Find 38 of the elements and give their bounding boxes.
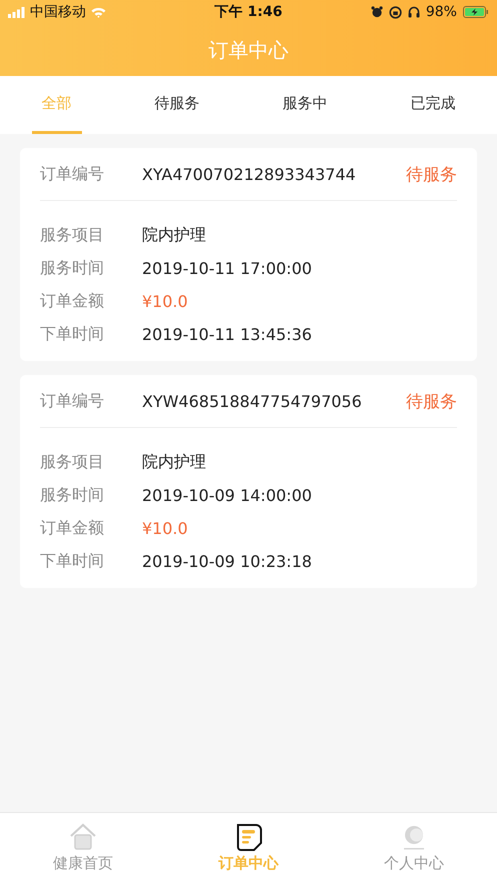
lock-rotation-icon bbox=[388, 6, 402, 18]
order-status: 待服务 bbox=[406, 390, 457, 412]
tab[interactable]: 待服务 bbox=[144, 76, 210, 134]
signal-icon bbox=[8, 6, 25, 18]
price-value: ¥10.0 bbox=[142, 292, 188, 311]
field-label: 订单金额 bbox=[40, 518, 105, 539]
tab[interactable]: 已完成 bbox=[400, 76, 466, 134]
field-value: 院内护理 bbox=[142, 225, 206, 246]
page-title: 订单中心 bbox=[208, 37, 290, 64]
tab[interactable]: 服务中 bbox=[272, 76, 338, 134]
price-value: ¥10.0 bbox=[142, 519, 188, 538]
field-value: 院内护理 bbox=[142, 452, 206, 473]
field-label: 下单时间 bbox=[40, 324, 105, 345]
field-value: 2019-10-11 13:45:36 bbox=[142, 325, 312, 344]
field-label: 下单时间 bbox=[40, 551, 105, 572]
house-icon bbox=[68, 823, 98, 851]
field-label: 服务时间 bbox=[40, 485, 105, 506]
field-label: 订单编号 bbox=[40, 390, 105, 412]
field-value: 2019-10-09 10:23:18 bbox=[142, 552, 312, 571]
field-value: 2019-10-09 14:00:00 bbox=[142, 486, 312, 505]
order-status: 待服务 bbox=[406, 164, 457, 186]
order-card[interactable]: 订单编号 XYA470070212893343744 待服务 服务项目 院内护理 服务时间 2019-10-11 17:00:00 订单金额 ¥10.0 下单时间 2019-10-11 13:45:36 bbox=[20, 148, 477, 361]
carrier-name: 中国移动 bbox=[30, 3, 86, 21]
wifi-icon bbox=[91, 6, 106, 18]
order-number: XYA470070212893343744 bbox=[142, 164, 357, 184]
alarm-icon bbox=[370, 6, 383, 18]
field-label: 服务时间 bbox=[40, 258, 105, 279]
field-label: 订单编号 bbox=[40, 164, 105, 184]
field-label: 服务项目 bbox=[40, 452, 105, 473]
field-label: 服务项目 bbox=[40, 225, 105, 246]
field-value: 2019-10-11 17:00:00 bbox=[142, 259, 312, 278]
order-number: XYW468518847754797056 bbox=[142, 392, 363, 410]
clock-time: 下午 1:46 bbox=[214, 3, 282, 21]
battery-icon bbox=[462, 6, 489, 18]
headphones-icon bbox=[408, 6, 420, 18]
battery-percent: 98% bbox=[426, 4, 457, 20]
field-label: 订单金额 bbox=[40, 291, 105, 312]
order-card[interactable]: 订单编号 XYW468518847754797056 待服务 服务项目 院内护理 服务时间 2019-10-09 14:00:00 订单金额 ¥10.0 下单时间 2019-10-09 10:23:18 bbox=[20, 375, 477, 588]
